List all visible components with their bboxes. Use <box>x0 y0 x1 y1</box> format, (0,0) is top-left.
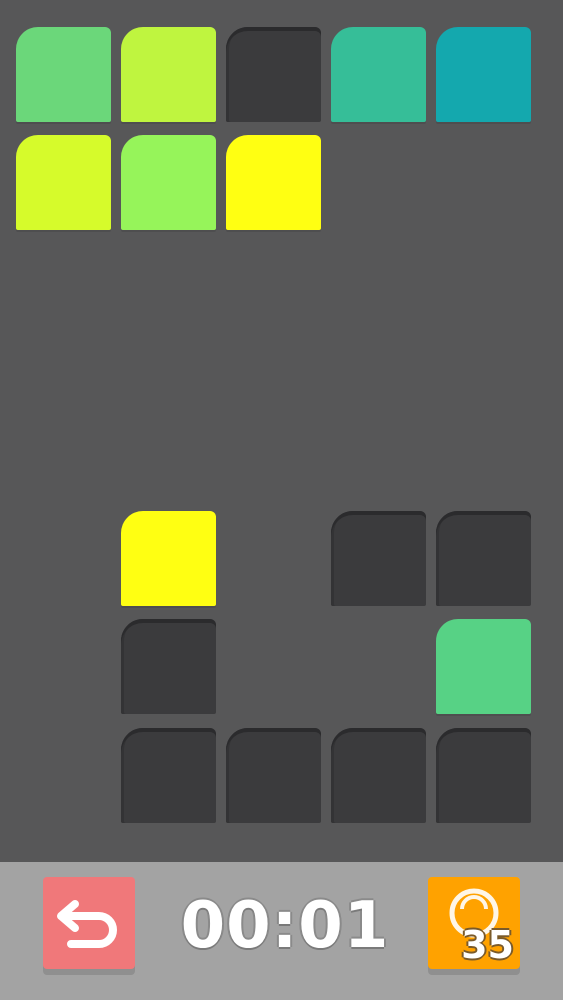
puzzle-slot[interactable] <box>121 619 216 714</box>
undo-arrow-icon <box>57 900 117 948</box>
game-board <box>0 0 563 862</box>
palette-tile[interactable] <box>16 27 111 122</box>
puzzle-tile[interactable] <box>121 511 216 606</box>
puzzle-slot[interactable] <box>436 728 531 823</box>
palette-tile[interactable] <box>436 27 531 122</box>
puzzle-slot[interactable] <box>331 728 426 823</box>
palette-slot[interactable] <box>226 27 321 122</box>
undo-button[interactable] <box>43 877 135 969</box>
palette-tile[interactable] <box>121 135 216 230</box>
hint-button[interactable]: 35 <box>428 877 520 969</box>
puzzle-slot[interactable] <box>331 511 426 606</box>
hint-count: 35 <box>461 923 514 967</box>
puzzle-slot[interactable] <box>226 728 321 823</box>
puzzle-tile[interactable] <box>436 619 531 714</box>
palette-tile[interactable] <box>331 27 426 122</box>
palette-tile[interactable] <box>121 27 216 122</box>
puzzle-slot[interactable] <box>436 511 531 606</box>
puzzle-slot[interactable] <box>121 728 216 823</box>
palette-tile[interactable] <box>16 135 111 230</box>
palette-tile[interactable] <box>226 135 321 230</box>
timer: 00:01 <box>180 889 390 963</box>
